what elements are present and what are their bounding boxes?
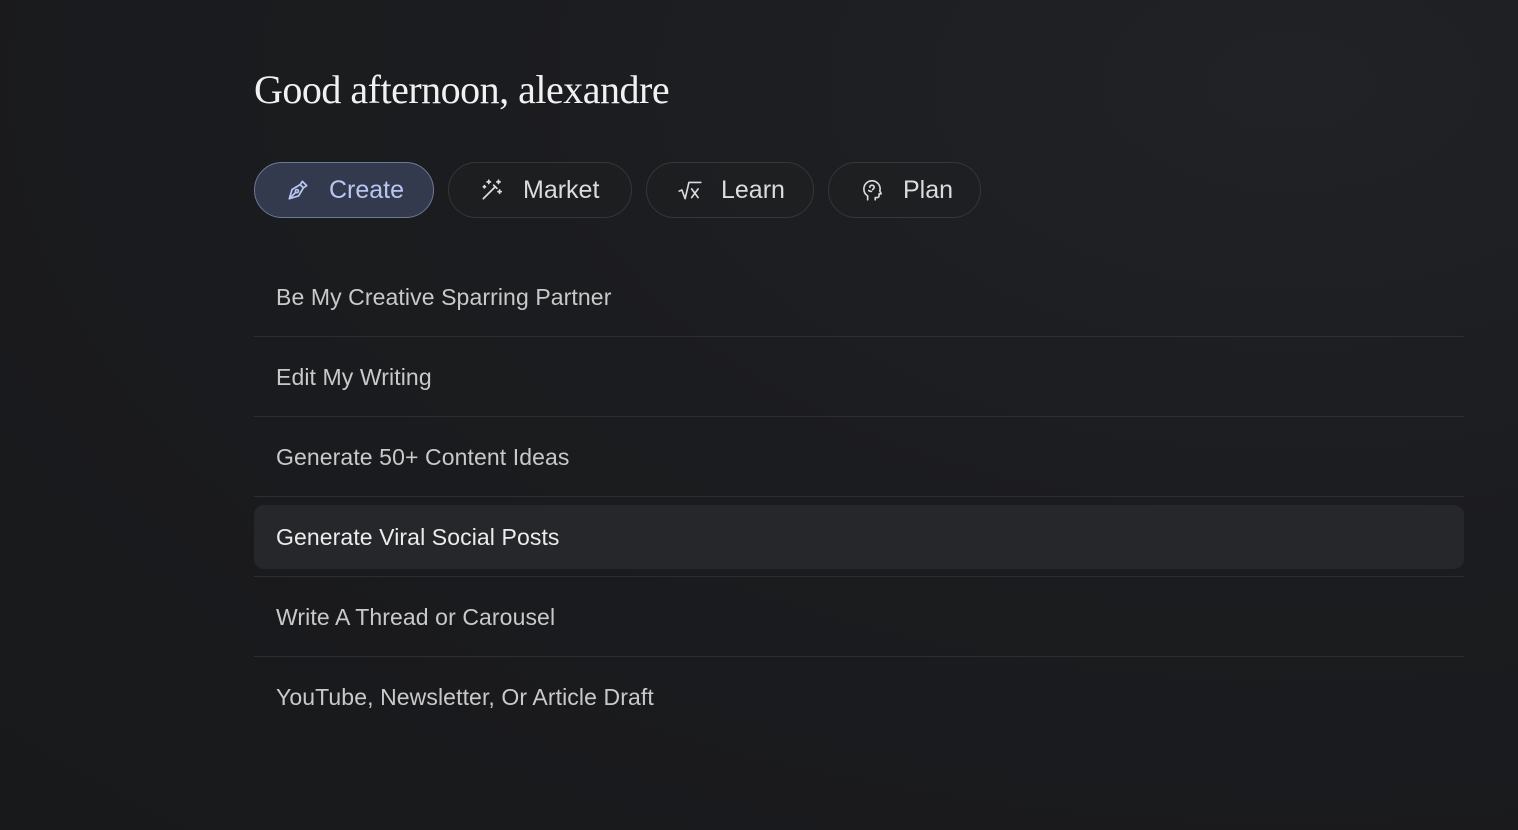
tab-create-label: Create: [329, 175, 405, 204]
prompt-list: Be My Creative Sparring Partner Edit My …: [254, 257, 1464, 737]
tab-plan[interactable]: Plan: [828, 162, 981, 218]
prompt-label: YouTube, Newsletter, Or Article Draft: [276, 683, 654, 710]
tab-create[interactable]: Create: [254, 162, 434, 218]
greeting-heading: Good afternoon, alexandre: [254, 67, 670, 112]
prompt-item-content-ideas[interactable]: Generate 50+ Content Ideas: [254, 417, 1464, 497]
prompt-label: Generate 50+ Content Ideas: [276, 443, 570, 470]
prompt-item-creative-sparring-partner[interactable]: Be My Creative Sparring Partner: [254, 257, 1464, 337]
magic-wand-icon: [479, 177, 505, 203]
tab-learn-label: Learn: [721, 175, 785, 204]
prompt-item-edit-my-writing[interactable]: Edit My Writing: [254, 337, 1464, 417]
brain-head-icon: [859, 177, 885, 203]
tab-market[interactable]: Market: [448, 162, 632, 218]
tab-learn[interactable]: Learn: [646, 162, 814, 218]
pen-icon: [285, 177, 311, 203]
prompt-item-viral-social-posts[interactable]: Generate Viral Social Posts: [254, 497, 1464, 577]
tab-plan-label: Plan: [903, 175, 954, 204]
prompt-item-thread-or-carousel[interactable]: Write A Thread or Carousel: [254, 577, 1464, 657]
prompt-label: Be My Creative Sparring Partner: [276, 283, 612, 310]
square-root-icon: [677, 177, 703, 203]
category-tabs: Create Market Learn Plan: [254, 162, 981, 218]
tab-market-label: Market: [523, 175, 600, 204]
prompt-label: Generate Viral Social Posts: [276, 523, 560, 550]
prompt-label: Write A Thread or Carousel: [276, 603, 556, 630]
prompt-item-article-draft[interactable]: YouTube, Newsletter, Or Article Draft: [254, 657, 1464, 737]
prompt-label: Edit My Writing: [276, 363, 432, 390]
